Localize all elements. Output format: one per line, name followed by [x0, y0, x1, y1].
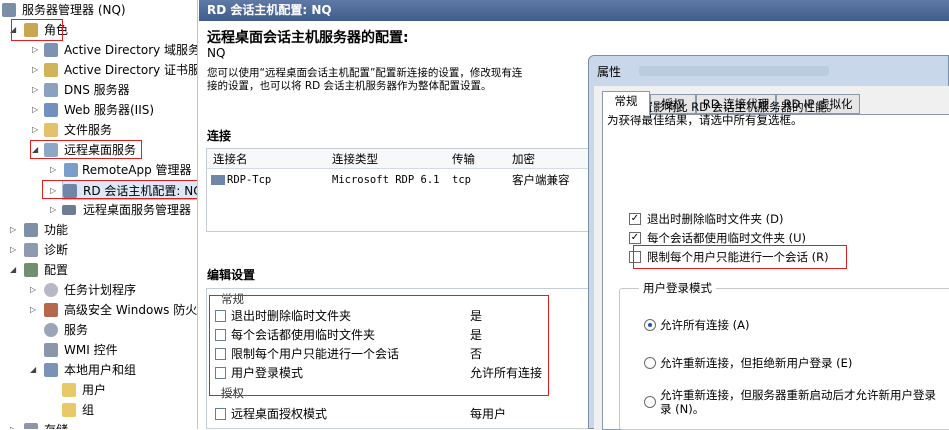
- setting-icon: [215, 310, 226, 322]
- remoteapp-icon: [64, 163, 78, 177]
- session-host-icon: [63, 184, 77, 198]
- radio-button[interactable]: [644, 396, 656, 408]
- setting-row[interactable]: 用户登录模式 允许所有连接: [215, 364, 595, 382]
- expand-arrow-icon[interactable]: ▷: [32, 60, 38, 80]
- pane-header: RD 会话主机配置: NQ: [199, 0, 949, 21]
- properties-dialog: 属性 常规 授权 RD 连接代理 RD IP 虚拟化 这些设置影响此 RD 会话…: [588, 55, 949, 430]
- column-transport[interactable]: 传输: [452, 149, 475, 169]
- settings-list: 常规 退出时删除临时文件夹 是 每个会话都使用临时文件夹 是 限制每个用户只能进…: [206, 288, 596, 429]
- server-icon: [2, 3, 16, 17]
- services-gear-icon: [44, 323, 58, 337]
- web-server-icon: [44, 103, 58, 117]
- certificate-icon: [44, 63, 58, 77]
- edit-settings-heading: 编辑设置: [207, 268, 256, 282]
- checkbox-box[interactable]: ✓: [629, 213, 641, 225]
- expand-arrow-icon[interactable]: ▷: [30, 280, 36, 300]
- wmi-icon: [44, 343, 58, 357]
- firewall-icon: [44, 303, 58, 317]
- dialog-title: 属性: [597, 65, 622, 79]
- connections-list[interactable]: 连接名 连接类型 传输 加密 RDP-Tcp Microsoft RDP 6.1…: [206, 148, 596, 232]
- collapse-arrow-icon[interactable]: ◢: [10, 20, 16, 40]
- blurred-title-text: [639, 66, 829, 76]
- folder-icon: [62, 403, 76, 417]
- expand-arrow-icon[interactable]: ▷: [32, 40, 38, 60]
- group-general: 常规: [221, 292, 244, 306]
- expand-arrow-icon[interactable]: ▷: [50, 160, 56, 180]
- radio-button[interactable]: [644, 357, 656, 369]
- diagnostics-icon: [24, 243, 38, 257]
- tree-item-rd-session-host[interactable]: RD 会话主机配置: NQ: [62, 180, 197, 200]
- folder-icon: [44, 123, 58, 137]
- expand-arrow-icon[interactable]: ▷: [32, 80, 38, 100]
- users-icon: [44, 363, 58, 377]
- setting-icon: [215, 348, 226, 360]
- clock-icon: [44, 283, 58, 297]
- column-name[interactable]: 连接名: [213, 149, 248, 169]
- connection-icon: [211, 175, 225, 185]
- checkbox-box[interactable]: [629, 251, 641, 263]
- column-type[interactable]: 连接类型: [332, 149, 378, 169]
- setting-icon: [215, 367, 226, 379]
- list-header: 连接名 连接类型 传输 加密: [207, 149, 595, 169]
- column-encryption[interactable]: 加密: [512, 149, 535, 169]
- navigation-tree: 服务器管理器 (NQ) ◢ 角色 ▷ Active Directory 域服务 …: [0, 0, 198, 429]
- checkbox-box[interactable]: ✓: [629, 232, 641, 244]
- setting-row[interactable]: 退出时删除临时文件夹 是: [215, 307, 595, 325]
- tab-general[interactable]: 常规: [602, 91, 650, 115]
- expand-arrow-icon[interactable]: ▷: [50, 186, 56, 195]
- server-name: NQ: [207, 46, 226, 60]
- setting-row[interactable]: 限制每个用户只能进行一个会话 否: [215, 345, 595, 363]
- connections-heading: 连接: [207, 129, 232, 143]
- setting-icon: [215, 329, 226, 341]
- dns-icon: [44, 83, 58, 97]
- active-directory-icon: [44, 43, 58, 57]
- collapse-arrow-icon[interactable]: ◢: [32, 140, 38, 160]
- logon-mode-label: 用户登录模式: [639, 280, 716, 296]
- expand-arrow-icon[interactable]: ▷: [50, 200, 56, 220]
- expand-arrow-icon[interactable]: ▷: [10, 240, 16, 260]
- expand-arrow-icon[interactable]: ▷: [10, 220, 16, 240]
- page-description: 您可以使用“远程桌面会话主机配置”配置新连接的设置，修改现有连 接的设置，也可以…: [207, 67, 523, 92]
- expand-arrow-icon[interactable]: ▷: [32, 100, 38, 120]
- remote-desktop-icon: [44, 143, 58, 157]
- folder-icon: [62, 383, 76, 397]
- expand-arrow-icon[interactable]: ▷: [10, 420, 16, 429]
- collapse-arrow-icon[interactable]: ◢: [30, 360, 36, 380]
- group-license: 授权: [221, 386, 244, 400]
- configuration-icon: [24, 263, 38, 277]
- setting-row[interactable]: 远程桌面授权模式 每用户: [215, 405, 595, 423]
- radio-button[interactable]: [644, 319, 656, 331]
- setting-icon: [215, 408, 226, 420]
- page-title: 远程桌面会话主机服务器的配置:: [207, 30, 409, 46]
- expand-arrow-icon[interactable]: ▷: [32, 120, 38, 140]
- setting-row[interactable]: 每个会话都使用临时文件夹 是: [215, 326, 595, 344]
- rds-manager-icon: [62, 205, 76, 215]
- storage-icon: [24, 423, 38, 429]
- roles-icon: [24, 23, 38, 37]
- expand-arrow-icon[interactable]: ▷: [30, 300, 36, 320]
- table-row[interactable]: RDP-Tcp Microsoft RDP 6.1 tcp 客户端兼容: [207, 170, 595, 190]
- features-icon: [24, 223, 38, 237]
- collapse-arrow-icon[interactable]: ◢: [10, 260, 16, 280]
